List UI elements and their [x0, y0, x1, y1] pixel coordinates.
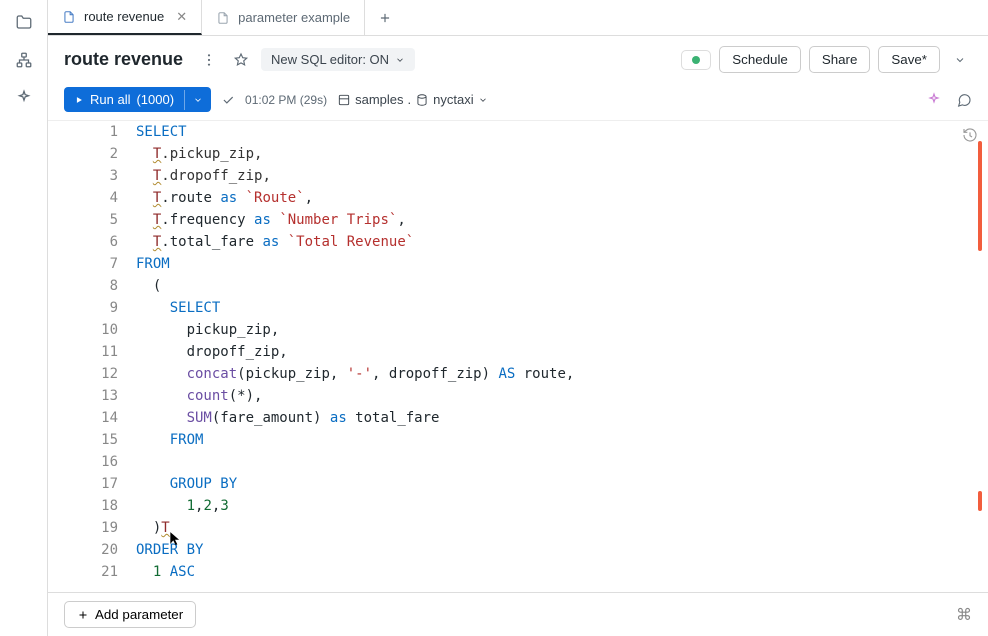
schema-name: nyctaxi — [433, 92, 473, 107]
main-area: route revenue ✕ parameter example route … — [48, 0, 988, 636]
toggle-label: New SQL editor: ON — [271, 52, 389, 67]
keyboard-icon[interactable]: ⌘ — [956, 605, 972, 625]
compute-status[interactable] — [681, 50, 711, 70]
sql-editor[interactable]: 1SELECT2 T.pickup_zip,3 T.dropoff_zip,4 … — [48, 121, 988, 592]
play-icon — [74, 95, 84, 105]
save-button[interactable]: Save* — [878, 46, 940, 73]
close-icon[interactable]: ✕ — [176, 9, 187, 25]
catalog-picker[interactable]: samples . nyctaxi — [337, 92, 488, 107]
code-line[interactable]: )T — [136, 517, 170, 539]
new-tab-button[interactable] — [365, 0, 405, 35]
kebab-menu-icon[interactable] — [197, 48, 221, 72]
plus-icon — [77, 609, 89, 621]
code-line[interactable]: count(*), — [136, 385, 262, 407]
run-button[interactable]: Run all (1000) — [64, 87, 211, 112]
code-line[interactable]: SELECT — [136, 297, 220, 319]
tab-parameter-example[interactable]: parameter example — [202, 0, 365, 35]
line-number: 1 — [48, 121, 136, 143]
code-line[interactable]: T.pickup_zip, — [136, 143, 262, 165]
history-icon[interactable] — [962, 127, 978, 143]
comment-icon[interactable] — [956, 92, 972, 108]
line-number: 12 — [48, 363, 136, 385]
line-number: 8 — [48, 275, 136, 297]
line-number: 4 — [48, 187, 136, 209]
line-number: 2 — [48, 143, 136, 165]
code-line[interactable]: dropoff_zip, — [136, 341, 288, 363]
run-dropdown[interactable] — [184, 90, 211, 110]
run-count: (1000) — [136, 92, 174, 107]
line-number: 14 — [48, 407, 136, 429]
file-icon — [62, 10, 76, 24]
catalog-icon — [337, 93, 351, 107]
database-icon — [415, 93, 429, 107]
schedule-button[interactable]: Schedule — [719, 46, 801, 73]
add-parameter-button[interactable]: Add parameter — [64, 601, 196, 628]
line-number: 17 — [48, 473, 136, 495]
code-line[interactable]: GROUP BY — [136, 473, 237, 495]
line-number: 21 — [48, 561, 136, 583]
line-number: 9 — [48, 297, 136, 319]
editor-toggle[interactable]: New SQL editor: ON — [261, 48, 415, 71]
code-line[interactable]: SELECT — [136, 121, 187, 143]
tab-label: parameter example — [238, 10, 350, 25]
cursor-icon — [168, 529, 182, 547]
code-line[interactable]: ( — [136, 275, 161, 297]
header: route revenue New SQL editor: ON Schedul… — [48, 36, 988, 83]
share-button[interactable]: Share — [809, 46, 871, 73]
line-number: 16 — [48, 451, 136, 473]
star-icon[interactable] — [229, 48, 253, 72]
folder-icon[interactable] — [14, 12, 34, 32]
schema-icon[interactable] — [14, 50, 34, 70]
line-number: 15 — [48, 429, 136, 451]
run-label: Run all — [90, 92, 130, 107]
line-number: 3 — [48, 165, 136, 187]
toolbar: Run all (1000) 01:02 PM (29s) samples . … — [48, 83, 988, 120]
code-line[interactable]: FROM — [136, 429, 203, 451]
code-line[interactable]: T.total_fare as `Total Revenue` — [136, 231, 414, 253]
sparkle-icon[interactable] — [926, 92, 942, 108]
code-line[interactable]: 1,2,3 — [136, 495, 229, 517]
file-icon — [216, 11, 230, 25]
tab-bar: route revenue ✕ parameter example — [48, 0, 988, 36]
editor-container: 1SELECT2 T.pickup_zip,3 T.dropoff_zip,4 … — [48, 120, 988, 592]
line-number: 11 — [48, 341, 136, 363]
code-line[interactable]: T.frequency as `Number Trips`, — [136, 209, 406, 231]
code-line[interactable]: SUM(fare_amount) as total_fare — [136, 407, 439, 429]
line-number: 6 — [48, 231, 136, 253]
assistant-icon[interactable] — [14, 88, 34, 108]
line-number: 20 — [48, 539, 136, 561]
check-icon — [221, 93, 235, 107]
code-line[interactable]: concat(pickup_zip, '-', dropoff_zip) AS … — [136, 363, 574, 385]
footer: Add parameter ⌘ — [48, 592, 988, 636]
catalog-name: samples — [355, 92, 403, 107]
line-number: 7 — [48, 253, 136, 275]
page-title: route revenue — [64, 49, 183, 70]
line-number: 19 — [48, 517, 136, 539]
tab-label: route revenue — [84, 9, 164, 24]
line-number: 10 — [48, 319, 136, 341]
save-menu-chevron[interactable] — [948, 54, 972, 66]
chevron-down-icon — [478, 95, 488, 105]
code-line[interactable]: 1 ASC — [136, 561, 195, 583]
line-number: 13 — [48, 385, 136, 407]
status-dot-icon — [692, 56, 700, 64]
line-number: 5 — [48, 209, 136, 231]
code-line[interactable]: T.dropoff_zip, — [136, 165, 271, 187]
code-line[interactable]: T.route as `Route`, — [136, 187, 313, 209]
last-run-timestamp: 01:02 PM (29s) — [245, 93, 327, 107]
add-param-label: Add parameter — [95, 607, 183, 622]
line-number: 18 — [48, 495, 136, 517]
chevron-down-icon — [395, 55, 405, 65]
left-rail — [0, 0, 48, 636]
code-line[interactable]: pickup_zip, — [136, 319, 279, 341]
tab-route-revenue[interactable]: route revenue ✕ — [48, 0, 202, 35]
code-line[interactable]: FROM — [136, 253, 170, 275]
